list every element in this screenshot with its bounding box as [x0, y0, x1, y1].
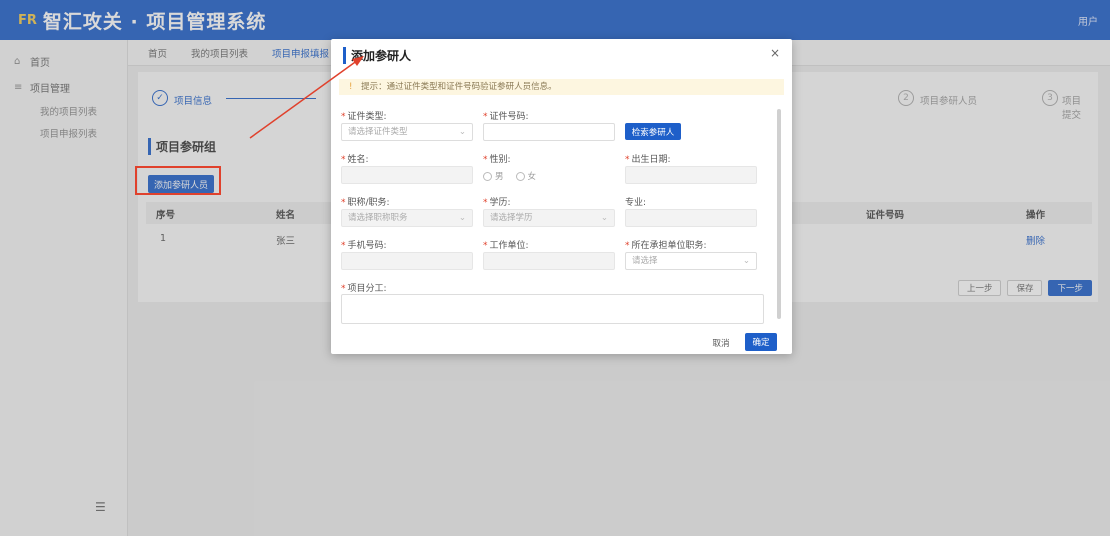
radio-label: 女: [527, 172, 537, 182]
chevron-down-icon: ⌄: [458, 127, 466, 137]
select-placeholder: 请选择学历: [490, 213, 533, 223]
major-input[interactable]: [625, 209, 757, 227]
notice-bar: ! 提示：通过证件类型和证件号码验证参研人员信息。: [339, 79, 784, 95]
field-label: * 性别:: [483, 155, 511, 165]
field-label: * 证件号码:: [483, 112, 529, 122]
field-label: 专业:: [625, 198, 647, 208]
add-participant-dialog: 添加参研人 × ! 提示：通过证件类型和证件号码验证参研人员信息。 * 证件类型:…: [331, 39, 792, 354]
id-number-input[interactable]: [483, 123, 615, 141]
role-select[interactable]: 请选择 ⌄: [625, 252, 757, 270]
dialog-scrollbar[interactable]: [777, 109, 781, 319]
field-label: * 姓名:: [341, 155, 369, 165]
field-label: * 学历:: [483, 198, 511, 208]
chevron-down-icon: ⌄: [458, 213, 466, 223]
phone-input[interactable]: [341, 252, 473, 270]
radio-label: 男: [495, 172, 504, 182]
cancel-button[interactable]: 取消: [706, 334, 736, 351]
id-type-select[interactable]: 请选择证件类型 ⌄: [341, 123, 473, 141]
chevron-down-icon: ⌄: [742, 256, 750, 266]
birth-date-input[interactable]: [625, 166, 757, 184]
work-unit-input[interactable]: [483, 252, 615, 270]
duty-textarea[interactable]: [341, 294, 764, 324]
field-label: * 项目分工:: [341, 284, 387, 294]
chevron-down-icon: ⌄: [600, 213, 608, 223]
select-placeholder: 请选择: [632, 256, 658, 266]
warning-icon: !: [349, 82, 353, 92]
select-placeholder: 请选择证件类型: [348, 127, 408, 137]
gender-male-radio[interactable]: [483, 171, 492, 181]
notice-text: 提示：通过证件类型和证件号码验证参研人员信息。: [361, 82, 557, 92]
gender-radio-group: 男 女: [483, 170, 536, 182]
dialog-title: 添加参研人: [343, 47, 411, 64]
close-icon[interactable]: ×: [770, 46, 780, 60]
confirm-button[interactable]: 确定: [745, 333, 777, 351]
name-input[interactable]: [341, 166, 473, 184]
field-label: * 所在承担单位职务:: [625, 241, 707, 251]
degree-select[interactable]: 请选择学历 ⌄: [483, 209, 615, 227]
annotation-highlight-box: [135, 166, 221, 195]
field-label: * 证件类型:: [341, 112, 387, 122]
gender-female-radio[interactable]: [515, 171, 525, 181]
field-label: * 手机号码:: [341, 241, 387, 251]
field-label: * 职称/职务:: [341, 198, 390, 208]
title-select[interactable]: 请选择职称职务 ⌄: [341, 209, 473, 227]
field-label: * 工作单位:: [483, 241, 529, 251]
verify-participant-button[interactable]: 检索参研人: [625, 123, 681, 140]
select-placeholder: 请选择职称职务: [348, 213, 408, 223]
field-label: * 出生日期:: [625, 155, 671, 165]
